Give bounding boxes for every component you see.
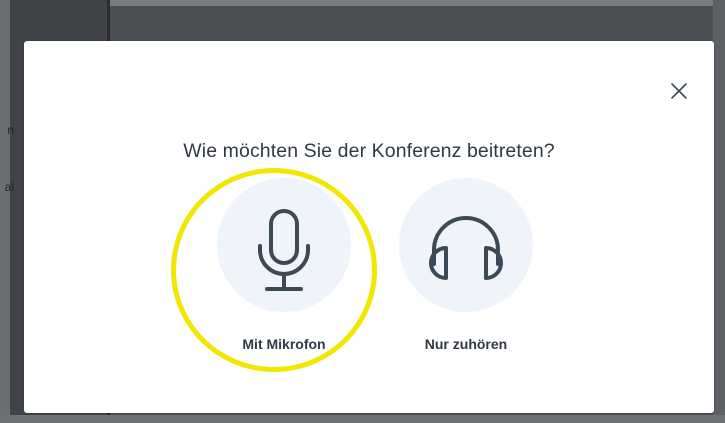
join-with-microphone-button[interactable]: Mit Mikrofon [217,178,351,358]
microphone-icon [258,209,310,291]
microphone-option-label: Mit Mikrofon [242,336,326,352]
join-audio-dialog: Wie möchten Sie der Konferenz beitreten?… [24,41,714,413]
headphones-icon [429,216,503,280]
close-button[interactable] [667,79,691,103]
background-text-fragment: n [7,123,14,137]
close-icon [671,83,687,99]
dialog-title: Wie möchten Sie der Konferenz beitreten? [183,140,555,162]
background-bottom-strip [0,415,725,423]
background-left-edge [0,0,10,423]
background-text-fragment: al [4,180,14,194]
background-right-edge [713,0,725,423]
listen-only-option-label: Nur zuhören [424,336,508,352]
listen-only-button[interactable]: Nur zuhören [399,178,533,358]
